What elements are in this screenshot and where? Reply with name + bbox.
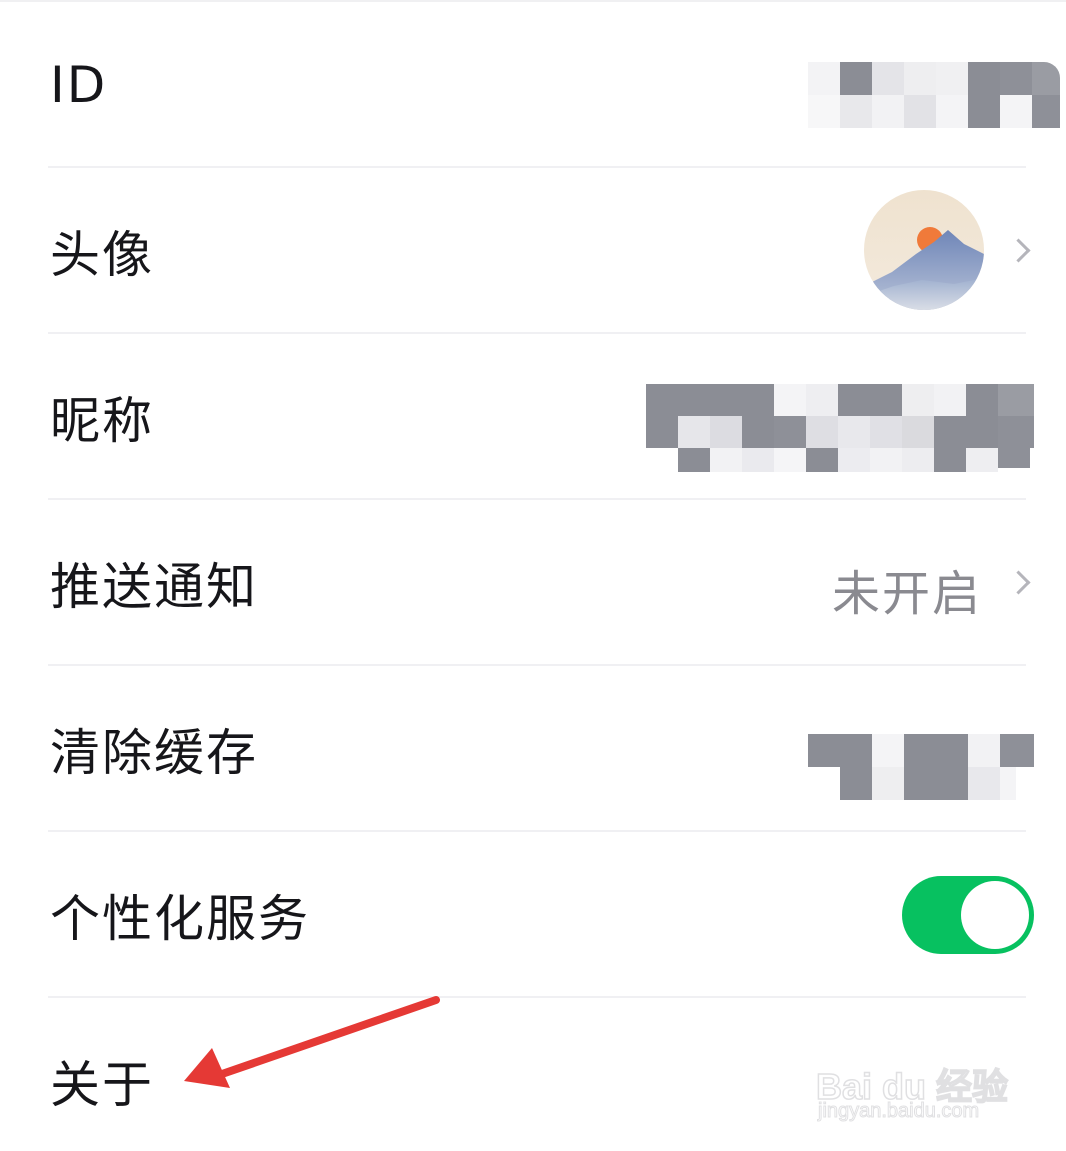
settings-page: ID 头像 昵称 推送通知 未开启 清除缓存 个性化服务 关于 Bai du 经… <box>0 0 1066 1151</box>
baidu-jingyan-watermark: Bai du 经验 jingyan.baidu.com <box>815 1036 1016 1126</box>
red-arrow-annotation <box>184 996 440 1088</box>
watermark-url: jingyan.baidu.com <box>817 1100 980 1123</box>
